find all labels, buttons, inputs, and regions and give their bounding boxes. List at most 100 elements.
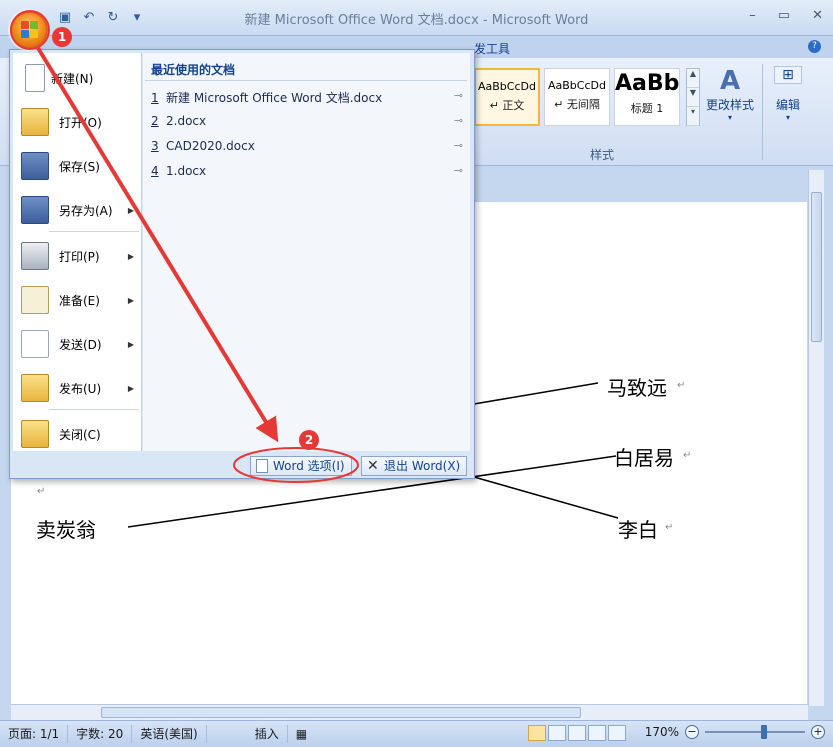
open-folder-icon	[21, 108, 49, 136]
recent-doc-item[interactable]: 2 2.docx ⊸	[151, 114, 467, 134]
scroll-thumb[interactable]	[811, 192, 822, 342]
zoom-out-button[interactable]: −	[685, 725, 699, 739]
office-menu-item[interactable]: 准备(E) ▶	[13, 279, 142, 321]
office-menu-item-label: 保存(S)	[59, 159, 100, 174]
save-disk-icon	[21, 152, 49, 180]
vertical-scrollbar[interactable]	[808, 170, 824, 706]
submenu-arrow-icon: ▶	[127, 339, 134, 349]
binoculars-icon: ⊞	[774, 66, 802, 84]
save-as-icon	[21, 196, 49, 224]
tab-developer[interactable]: 发工具	[474, 40, 510, 57]
zoom-level[interactable]: 170%	[645, 725, 679, 739]
submenu-arrow-icon: ▶	[127, 383, 134, 393]
insert-mode[interactable]: 插入	[247, 725, 288, 743]
word-options-label: Word 选项(I)	[273, 459, 345, 473]
chevron-down-icon: ▾	[728, 113, 733, 122]
zoom-slider[interactable]	[705, 725, 805, 739]
help-icon[interactable]: ?	[808, 40, 821, 53]
office-menu-item-label: 关闭(C)	[59, 427, 101, 442]
prepare-icon	[21, 286, 49, 314]
recent-doc-number: 2	[151, 114, 159, 128]
word-count[interactable]: 字数: 20	[68, 725, 133, 743]
style-name: ↵ 正文	[489, 99, 525, 112]
language-status[interactable]: 英语(美国)	[132, 725, 207, 743]
recent-doc-name: 2.docx	[166, 114, 207, 128]
paragraph-mark: ↵	[683, 450, 692, 461]
draft-view-icon[interactable]	[608, 725, 626, 741]
office-menu-item[interactable]: 打开(O)	[13, 101, 142, 143]
publish-icon	[21, 374, 49, 402]
word-bai-juyi: 白居易	[614, 446, 674, 470]
exit-word-label: 退出 Word(X)	[384, 459, 461, 473]
word-mai-tan-weng: 卖炭翁	[36, 518, 96, 542]
macro-record-icon[interactable]: ▦	[288, 725, 315, 743]
recent-documents-panel: 最近使用的文档 1 新建 Microsoft Office Word 文档.doc…	[142, 53, 470, 451]
word-li-bai: 李白	[618, 518, 658, 542]
pin-icon[interactable]: ⊸	[454, 114, 463, 127]
office-menu-item[interactable]: 关闭(C)	[13, 413, 142, 455]
pin-icon[interactable]: ⊸	[454, 89, 463, 102]
recent-doc-number: 1	[151, 91, 159, 105]
edit-label: 编辑	[775, 98, 800, 112]
change-styles-button[interactable]: A 更改样式 ▾	[706, 66, 754, 122]
pin-icon[interactable]: ⊸	[454, 164, 463, 177]
close-button[interactable]: ✕	[812, 8, 823, 23]
office-menu-footer: Word 选项(I) ✕ 退出 Word(X)	[10, 452, 476, 480]
scroll-up-icon[interactable]: ▲	[687, 69, 699, 88]
submenu-arrow-icon: ▶	[127, 251, 134, 261]
horizontal-scrollbar[interactable]	[11, 704, 808, 720]
style-normal[interactable]: AaBbCcDd ↵ 正文	[474, 68, 540, 126]
zoom-control: 170% − +	[645, 725, 825, 739]
recent-doc-item[interactable]: 4 1.docx ⊸	[151, 164, 467, 184]
office-menu-item[interactable]: 打印(P) ▶	[13, 235, 142, 277]
style-no-spacing[interactable]: AaBbCcDd ↵ 无间隔	[544, 68, 610, 126]
step-badge-1: 1	[52, 27, 72, 47]
send-icon	[21, 330, 49, 358]
paragraph-mark: ↵	[677, 380, 686, 391]
window-title: 新建 Microsoft Office Word 文档.docx - Micro…	[244, 13, 589, 28]
office-button[interactable]	[10, 11, 48, 49]
word-options-button[interactable]: Word 选项(I)	[250, 456, 352, 476]
office-menu-item[interactable]: 发送(D) ▶	[13, 323, 142, 365]
style-sample: AaBbCcDd	[548, 79, 606, 92]
office-menu-commands: 新建(N) 打开(O) 保存(S) 另存为(A) ▶ 打印(P) ▶ 准备(E) ▶ 发送(D) ▶…	[13, 53, 142, 451]
recent-doc-item[interactable]: 1 新建 Microsoft Office Word 文档.docx ⊸	[151, 89, 467, 109]
zoom-slider-knob[interactable]	[761, 725, 767, 739]
exit-word-button[interactable]: ✕ 退出 Word(X)	[361, 456, 468, 476]
office-menu-item-label: 另存为(A)	[59, 203, 113, 218]
office-menu-item[interactable]: 新建(N)	[13, 57, 142, 99]
office-menu-item-label: 新建(N)	[51, 71, 94, 86]
style-name: ↵ 无间隔	[554, 98, 600, 111]
recent-doc-number: 4	[151, 164, 159, 178]
web-layout-icon[interactable]	[568, 725, 586, 741]
style-heading-1[interactable]: AaBb 标题 1	[614, 68, 680, 126]
maximize-button[interactable]: ▭	[778, 8, 790, 23]
outline-view-icon[interactable]	[588, 725, 606, 741]
submenu-arrow-icon: ▶	[127, 205, 134, 215]
full-screen-reading-icon[interactable]	[548, 725, 566, 741]
zoom-in-button[interactable]: +	[811, 725, 825, 739]
office-menu-item[interactable]: 发布(U) ▶	[13, 367, 142, 409]
recent-doc-item[interactable]: 3 CAD2020.docx ⊸	[151, 139, 467, 159]
chevron-down-icon: ▾	[785, 113, 790, 122]
view-buttons	[528, 725, 626, 741]
more-styles-icon[interactable]: ▾	[687, 107, 699, 126]
recent-doc-number: 3	[151, 139, 159, 153]
recent-doc-name: 1.docx	[166, 164, 207, 178]
pin-icon[interactable]: ⊸	[454, 139, 463, 152]
edit-button[interactable]: ⊞ 编辑 ▾	[770, 66, 806, 122]
scroll-down-icon[interactable]: ▼	[687, 88, 699, 107]
office-menu-item[interactable]: 保存(S)	[13, 145, 142, 187]
scroll-thumb[interactable]	[101, 707, 581, 718]
office-menu-item[interactable]: 另存为(A) ▶	[13, 189, 142, 231]
change-styles-label: 更改样式	[706, 98, 755, 112]
minimize-button[interactable]: –	[749, 8, 756, 23]
menu-divider	[49, 231, 139, 232]
window-controls: – ▭ ✕	[749, 8, 823, 23]
page-count[interactable]: 页面: 1/1	[0, 725, 69, 743]
print-layout-icon[interactable]	[528, 725, 546, 741]
recent-doc-name: CAD2020.docx	[166, 139, 255, 153]
word-ma-zhiyuan: 马致远	[607, 376, 667, 400]
close-folder-icon	[21, 420, 49, 448]
style-gallery-scroll[interactable]: ▲ ▼ ▾	[686, 68, 700, 126]
